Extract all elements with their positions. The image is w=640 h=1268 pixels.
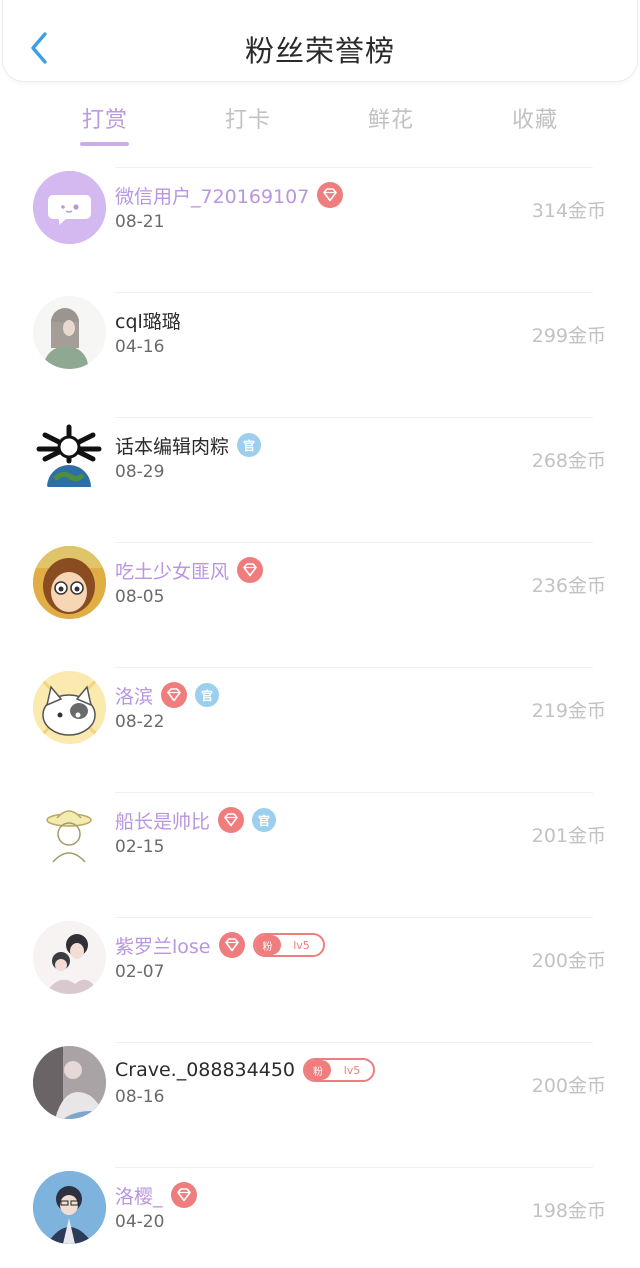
list-item[interactable]: Crave._088834450 粉 lv5 08-16 200金币 xyxy=(0,1043,640,1168)
diamond-badge-icon xyxy=(317,182,344,208)
fan-date: 08-05 xyxy=(115,587,165,607)
fan-coins: 268金币 xyxy=(531,450,606,472)
avatar[interactable] xyxy=(33,171,106,244)
fan-date: 04-20 xyxy=(115,1212,165,1232)
fan-date: 04-16 xyxy=(115,337,165,357)
list-item[interactable]: 洛滨 官 08-22 219金币 xyxy=(0,668,640,793)
avatar[interactable] xyxy=(33,421,106,494)
fan-date: 02-15 xyxy=(115,837,165,857)
name-line: 洛滨 官 xyxy=(115,680,220,710)
tab-bar: 打赏 打卡 鲜花 收藏 xyxy=(0,96,640,152)
fan-badge-label: 粉 xyxy=(254,935,281,955)
list-item[interactable]: 船长是帅比 官 02-15 201金币 xyxy=(0,793,640,918)
avatar[interactable] xyxy=(33,296,106,369)
anime-girl-glasses-avatar-icon xyxy=(33,546,106,619)
fan-name[interactable]: 紫罗兰lose xyxy=(115,932,211,959)
fan-name[interactable]: 吃土少女匪风 xyxy=(115,557,229,584)
fan-date: 08-16 xyxy=(115,1087,165,1107)
fan-date: 02-07 xyxy=(115,962,165,982)
name-line: cql璐璐 xyxy=(115,305,181,335)
list-item[interactable]: 话本编辑肉粽 官 08-29 268金币 xyxy=(0,418,640,543)
diamond-badge-icon xyxy=(218,807,245,833)
fan-level-badge: 粉 lv5 xyxy=(303,1058,375,1082)
fan-name[interactable]: 洛樱_ xyxy=(115,1182,163,1209)
fan-name[interactable]: Crave._088834450 xyxy=(115,1059,295,1081)
tab-flowers[interactable]: 鲜花 xyxy=(341,102,441,134)
name-line: 紫罗兰lose 粉 lv5 xyxy=(115,930,325,960)
name-line: 洛樱_ xyxy=(115,1180,197,1210)
page-title: 粉丝荣誉榜 xyxy=(244,34,395,68)
list-item[interactable]: 紫罗兰lose 粉 lv5 02-07 200金币 xyxy=(0,918,640,1043)
avatar[interactable] xyxy=(33,671,106,744)
official-badge-icon: 官 xyxy=(252,808,277,832)
tab-checkin[interactable]: 打卡 xyxy=(198,102,298,134)
official-badge-icon: 官 xyxy=(237,433,262,457)
fan-name[interactable]: 洛滨 xyxy=(115,682,153,709)
fan-coins: 314金币 xyxy=(531,200,606,222)
fan-badge-label: 粉 xyxy=(305,1060,331,1080)
diamond-badge-icon xyxy=(161,682,188,708)
avatar[interactable] xyxy=(33,921,106,994)
fan-name[interactable]: 船长是帅比 xyxy=(115,807,210,834)
tab-reward[interactable]: 打赏 xyxy=(55,102,155,134)
straw-hat-sketch-avatar-icon xyxy=(33,796,106,869)
list-item[interactable]: 洛樱_ 04-20 198金币 xyxy=(0,1168,640,1268)
tab-favorites[interactable]: 收藏 xyxy=(485,102,585,134)
fan-name[interactable]: 话本编辑肉粽 xyxy=(115,432,229,459)
name-line: 微信用户_720169107 xyxy=(115,180,344,210)
fan-coins: 200金币 xyxy=(531,1075,606,1097)
fan-date: 08-21 xyxy=(115,212,165,232)
fan-coins: 299金币 xyxy=(531,325,606,347)
fan-coins: 236金币 xyxy=(531,575,606,597)
anime-girl-avatar-icon xyxy=(33,296,106,369)
avatar[interactable] xyxy=(33,1171,106,1244)
diamond-badge-icon xyxy=(218,932,245,958)
fan-date: 08-22 xyxy=(115,712,165,732)
fan-name[interactable]: cql璐璐 xyxy=(115,307,181,334)
avatar[interactable] xyxy=(33,796,106,869)
diamond-badge-icon xyxy=(237,557,264,583)
name-line: 吃土少女匪风 xyxy=(115,555,264,585)
list-item[interactable]: cql璐璐 04-16 299金币 xyxy=(0,293,640,418)
avatar[interactable] xyxy=(33,1046,106,1119)
list-item[interactable]: 吃土少女匪风 08-05 236金币 xyxy=(0,543,640,668)
official-badge-icon: 官 xyxy=(195,683,220,707)
active-tab-indicator xyxy=(80,142,129,146)
fan-coins: 201金币 xyxy=(531,825,606,847)
cartoon-cat-avatar-icon xyxy=(33,671,106,744)
list-item[interactable]: 微信用户_720169107 08-21 314金币 xyxy=(0,168,640,293)
avatar[interactable] xyxy=(33,546,106,619)
fan-coins: 200金币 xyxy=(531,950,606,972)
name-line: 话本编辑肉粽 官 xyxy=(115,430,262,460)
top-bar: 粉丝荣誉榜 xyxy=(2,0,638,82)
fan-name[interactable]: 微信用户_720169107 xyxy=(115,182,309,209)
anime-boy-avatar-icon xyxy=(33,1171,106,1244)
fan-coins: 219金币 xyxy=(531,700,606,722)
fan-badge-level: lv5 xyxy=(343,1063,361,1077)
fan-coins: 198金币 xyxy=(531,1200,606,1222)
earth-icon xyxy=(33,421,106,494)
name-line: Crave._088834450 粉 lv5 xyxy=(115,1055,375,1085)
name-line: 船长是帅比 官 xyxy=(115,805,277,835)
photo-person-avatar-icon xyxy=(33,1046,106,1119)
diamond-badge-icon xyxy=(170,1182,197,1208)
wechat-default-avatar-icon xyxy=(33,171,106,244)
fan-date: 08-29 xyxy=(115,462,165,482)
fan-badge-level: lv5 xyxy=(293,938,310,952)
fan-level-badge: 粉 lv5 xyxy=(252,933,325,957)
anime-couple-avatar-icon xyxy=(33,921,106,994)
